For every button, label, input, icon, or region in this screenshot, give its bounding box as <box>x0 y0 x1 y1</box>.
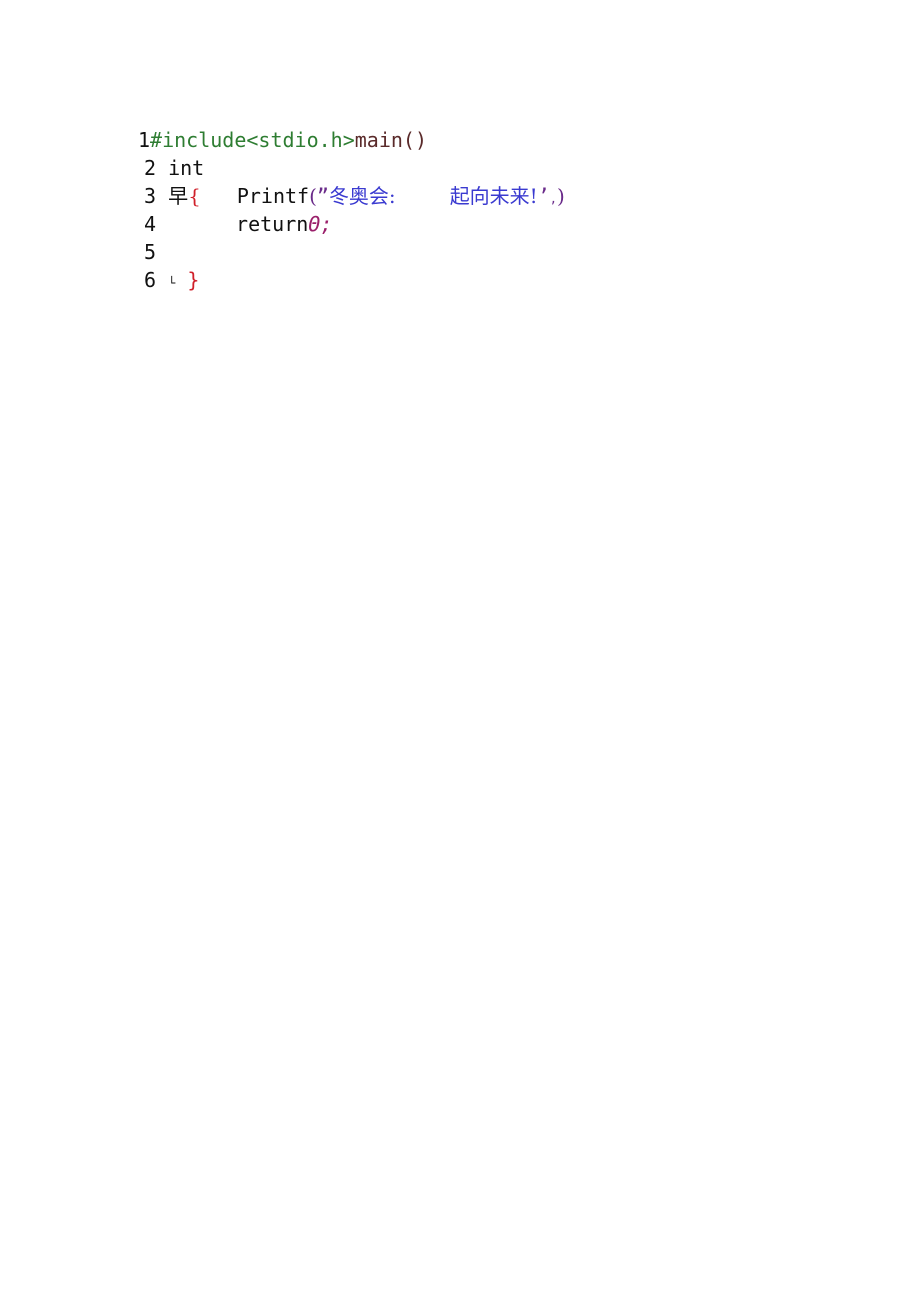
fold-end-marker-icon: └ <box>168 276 176 290</box>
code-line-1: 1#include<stdio.h>main() <box>138 126 427 154</box>
line-number: 2 <box>144 156 157 180</box>
line-number: 5 <box>144 240 157 264</box>
comma: , <box>549 192 558 206</box>
code-line-3: 3 早{ Printf(”冬奥会: 起向未来!’,) <box>144 182 565 210</box>
line-number: 3 <box>144 184 157 208</box>
code-line-4: 4 returnΘ; <box>144 210 332 238</box>
return-keyword: return <box>236 212 309 236</box>
return-value: Θ <box>308 212 321 236</box>
paren-close: ) <box>557 184 565 208</box>
code-line-5: 5 <box>144 238 156 266</box>
fold-marker-icon: 早 <box>168 184 189 208</box>
line-number: 4 <box>144 212 157 236</box>
paren-open: ( <box>309 184 317 208</box>
include-directive: #include<stdio.h> <box>150 128 355 152</box>
code-line-6: 6 └ } <box>144 266 199 294</box>
code-line-2: 2 int <box>144 154 204 182</box>
string-open-quote: ” <box>316 184 329 208</box>
int-keyword: int <box>168 156 205 180</box>
string-text-2: 起向未来! <box>449 184 538 208</box>
string-text-1: 冬奥会: <box>328 184 396 208</box>
open-brace: { <box>188 184 201 208</box>
line-number: 6 <box>144 268 157 292</box>
semicolon: ; <box>320 212 333 236</box>
main-function: main() <box>354 128 427 152</box>
printf-call: Printf <box>236 184 310 208</box>
line-number: 1 <box>138 128 151 152</box>
close-brace: } <box>187 268 200 292</box>
string-close-quote: ’ <box>537 184 550 208</box>
